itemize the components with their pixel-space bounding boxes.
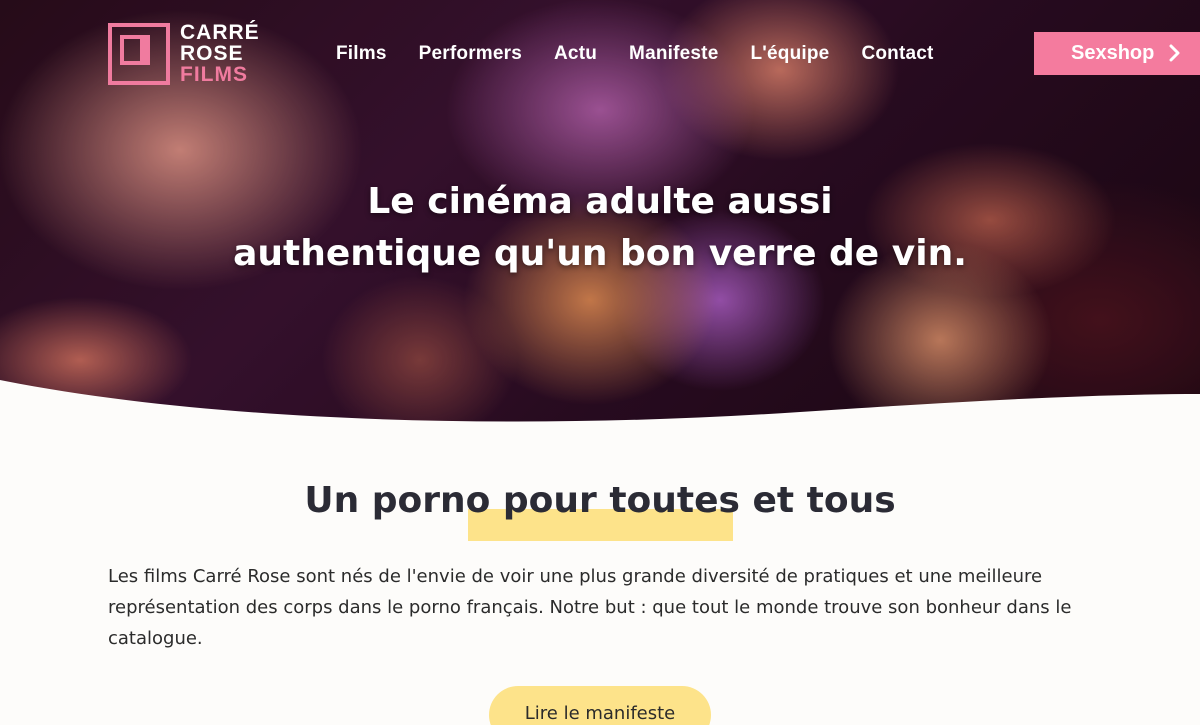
nav-item-performers[interactable]: Performers — [419, 43, 522, 65]
logo-word-1: CARRÉ — [180, 21, 260, 44]
intro-paragraph: Les films Carré Rose sont nés de l'envie… — [108, 566, 1072, 649]
section-title: Un porno pour toutes et tous — [304, 480, 896, 521]
hero-headline: Le cinéma adulte aussi authentique qu'un… — [0, 176, 1200, 280]
hero-wave-divider — [0, 380, 1200, 440]
sexshop-button[interactable]: Sexshop — [1034, 32, 1200, 75]
nav-item-actu[interactable]: Actu — [554, 43, 597, 65]
read-manifesto-button[interactable]: Lire le manifeste — [489, 686, 711, 725]
logo-text: CARRÉ ROSE FILMS — [180, 22, 260, 85]
main-nav: Films Performers Actu Manifeste L'équipe… — [336, 43, 934, 65]
chevron-right-icon — [1169, 44, 1180, 62]
logo[interactable]: CARRÉ ROSE FILMS — [108, 22, 260, 85]
sexshop-label: Sexshop — [1071, 42, 1155, 64]
nav-item-films[interactable]: Films — [336, 43, 387, 65]
nav-item-contact[interactable]: Contact — [861, 43, 933, 65]
nav-item-manifeste[interactable]: Manifeste — [629, 43, 718, 65]
logo-word-3: FILMS — [180, 63, 248, 86]
hero-headline-line-2: authentique qu'un bon verre de vin. — [233, 233, 967, 274]
logo-mark-icon — [108, 22, 170, 85]
nav-item-equipe[interactable]: L'équipe — [750, 43, 829, 65]
logo-word-2: ROSE — [180, 42, 244, 65]
hero-headline-line-1: Le cinéma adulte aussi — [367, 181, 833, 222]
